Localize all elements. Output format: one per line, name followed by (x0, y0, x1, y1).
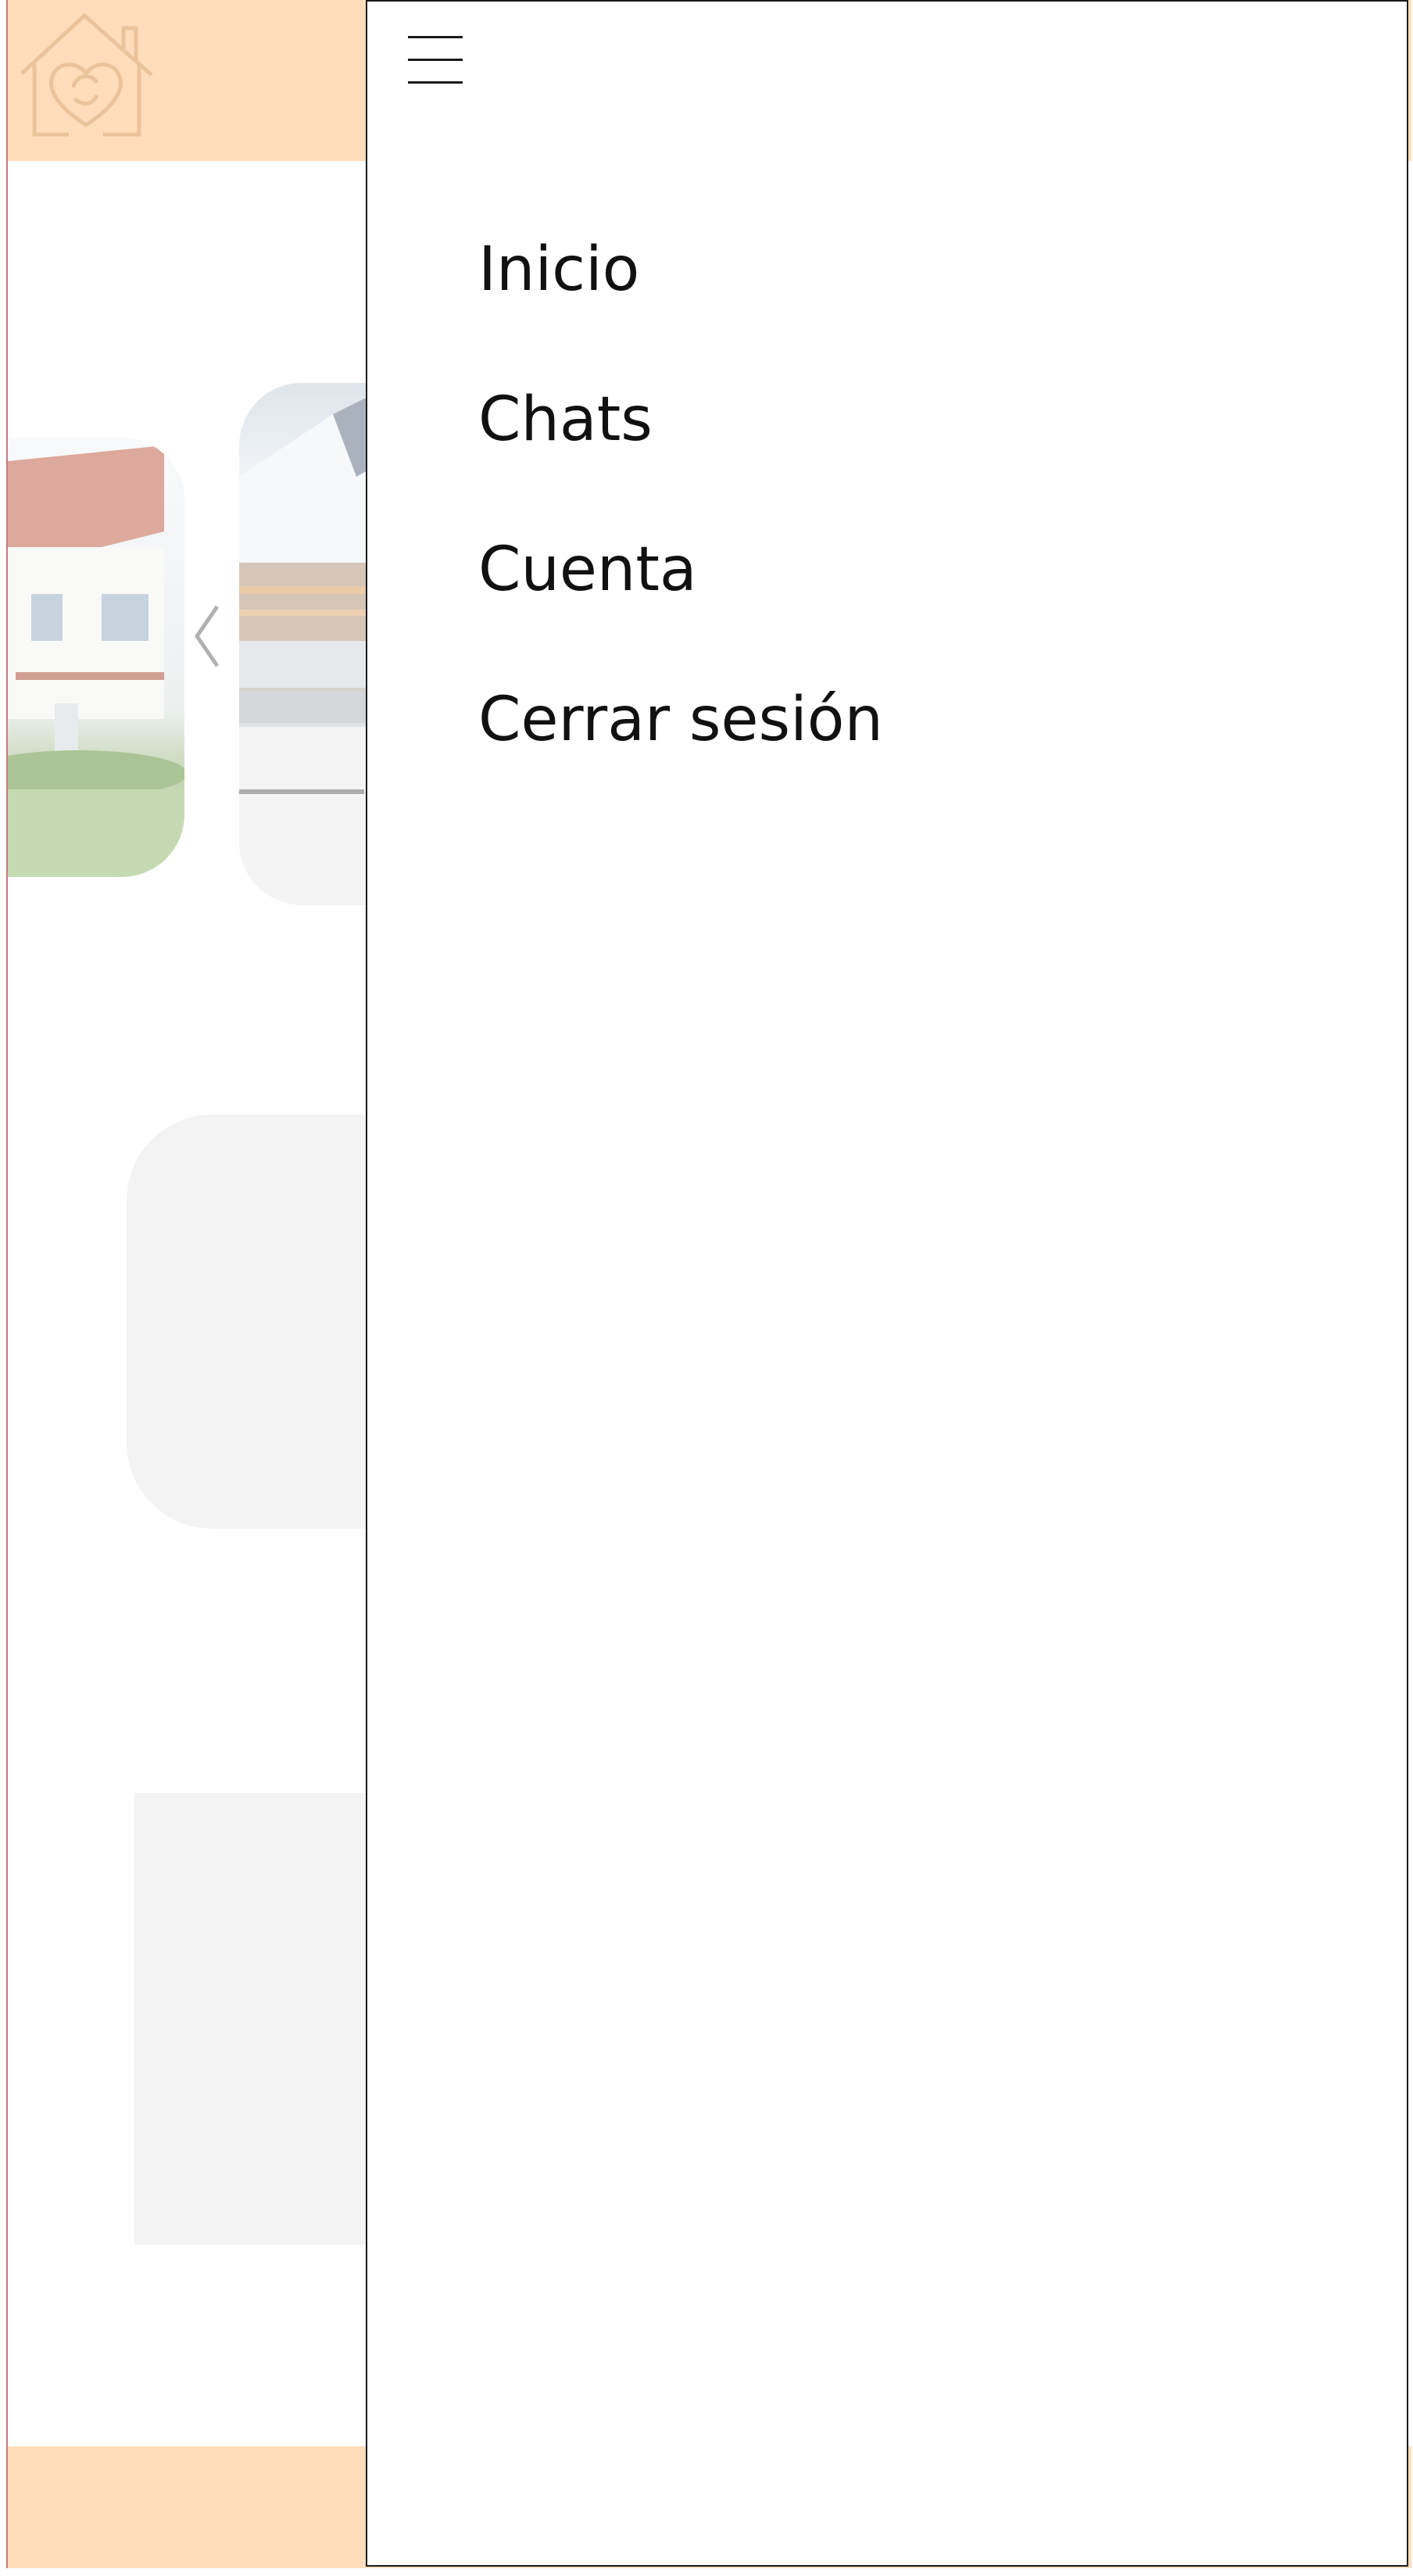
drawer-item-chats[interactable]: Chats (478, 378, 883, 528)
drawer-item-inicio[interactable]: Inicio (478, 228, 883, 378)
drawer-item-cerrar-sesion[interactable]: Cerrar sesión (478, 678, 883, 828)
drawer-item-cuenta[interactable]: Cuenta (478, 528, 883, 678)
hamburger-menu-icon[interactable] (408, 36, 463, 84)
side-navigation-drawer: Inicio Chats Cuenta Cerrar sesión (366, 0, 1408, 2567)
drawer-menu: Inicio Chats Cuenta Cerrar sesión (478, 228, 883, 828)
